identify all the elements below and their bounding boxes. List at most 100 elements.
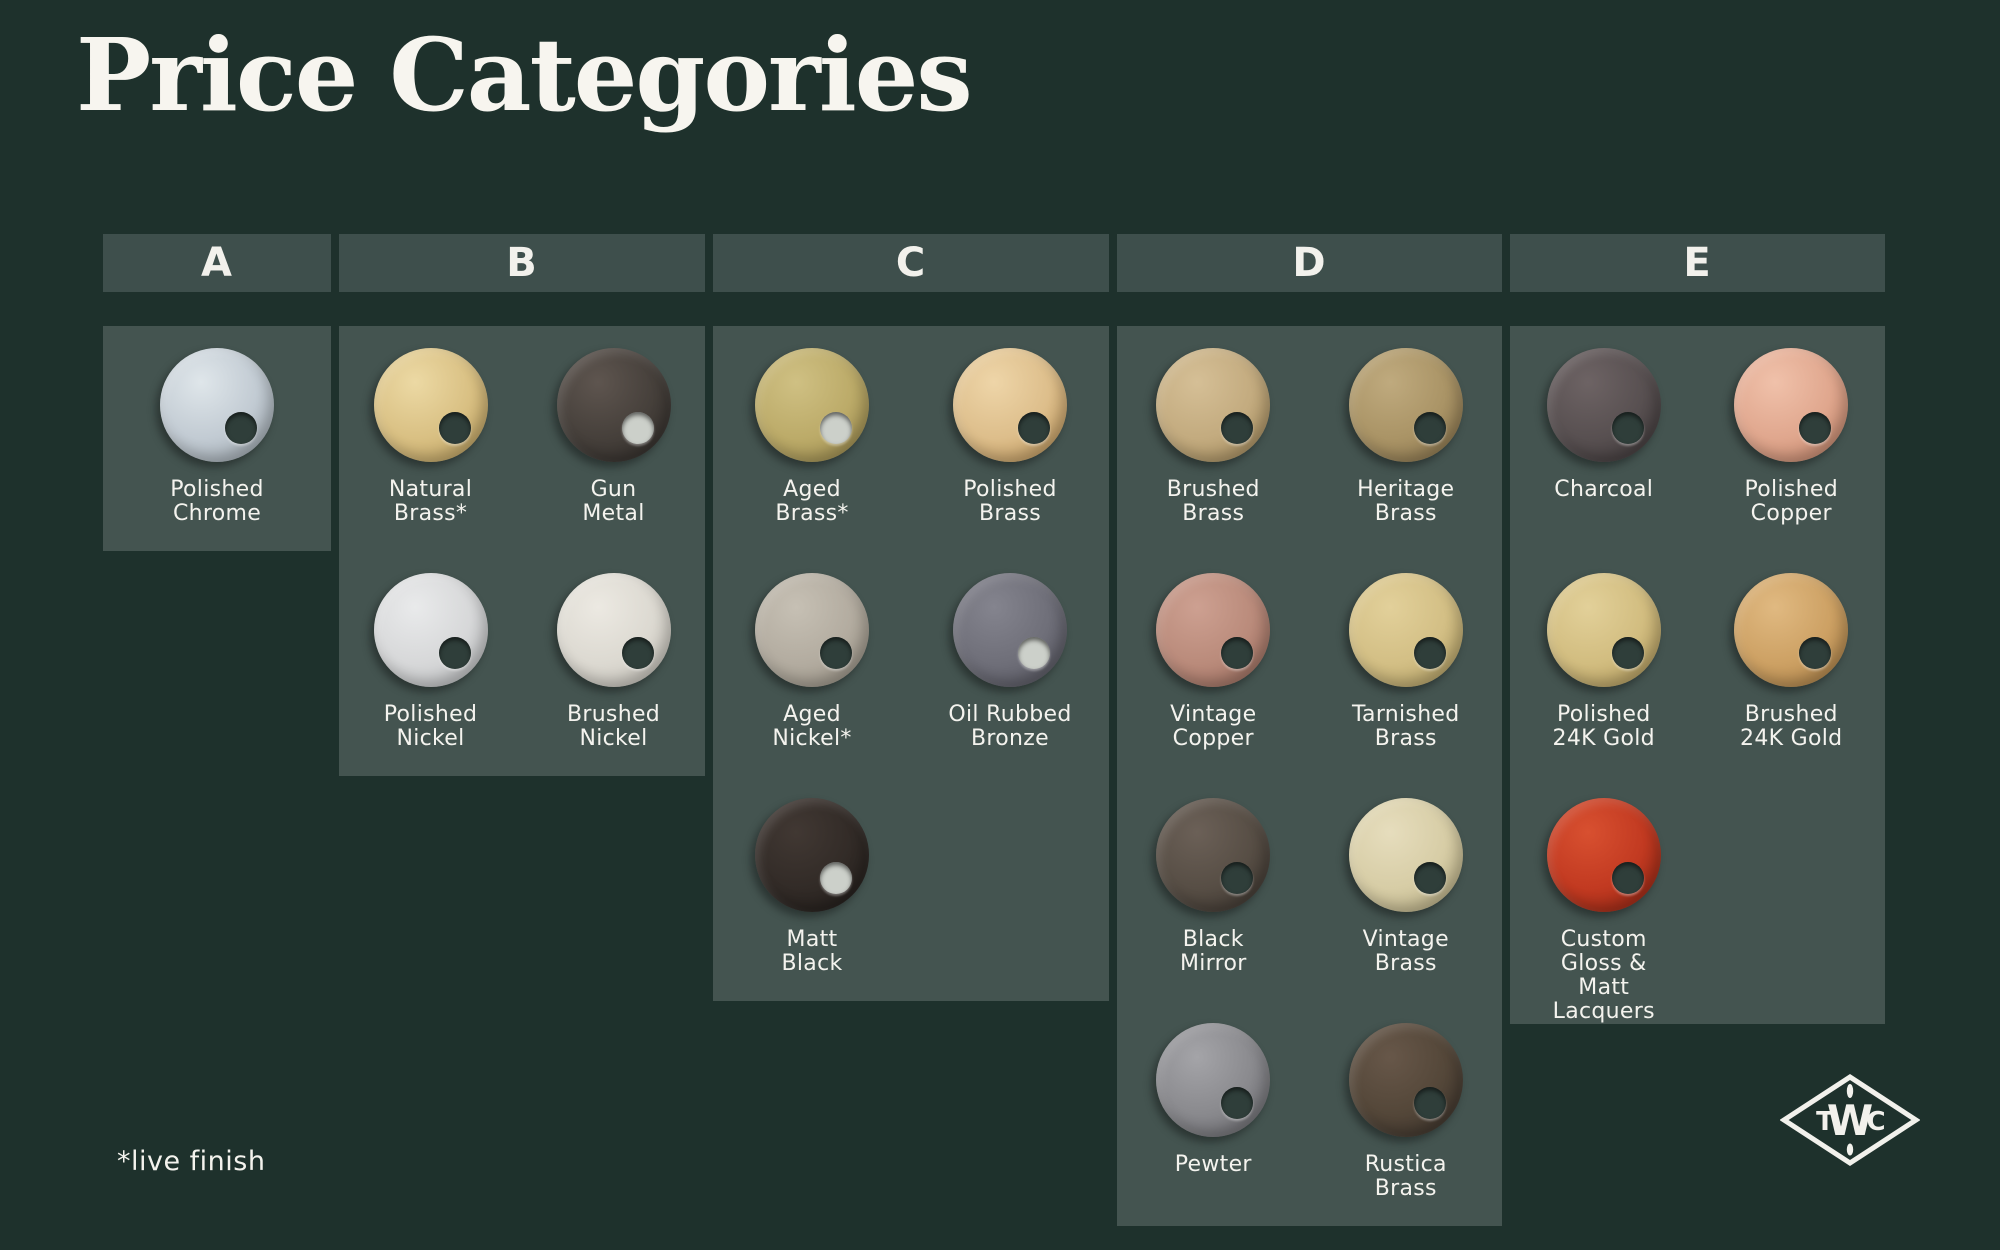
finish-label-tarnished-brass: Tarnished Brass [1352, 703, 1460, 751]
category-header-a: A [103, 234, 331, 292]
finish-label-vintage-copper: Vintage Copper [1170, 703, 1256, 751]
finish-disc-brushed-brass [1156, 348, 1270, 462]
category-panel-a: Polished Chrome [103, 326, 331, 551]
swatch-brushed-nickel: Brushed Nickel [522, 551, 705, 751]
category-panel-c: Aged Brass* Polished Brass Aged Nickel* Oil… [713, 326, 1109, 1001]
tag-hole-icon [1612, 412, 1644, 444]
tag-hole-icon [1414, 1087, 1446, 1119]
finish-disc-vintage-copper [1156, 573, 1270, 687]
finish-disc-polished-24k-gold [1547, 573, 1661, 687]
swatch-aged-brass: Aged Brass* [713, 326, 911, 526]
finish-disc-natural-brass [374, 348, 488, 462]
tag-hole-icon [820, 637, 852, 669]
finish-disc-gun-metal [557, 348, 671, 462]
finish-label-charcoal: Charcoal [1554, 478, 1653, 502]
tag-hole-icon [1221, 412, 1253, 444]
finish-disc-custom-gloss-matt-lacquers [1547, 798, 1661, 912]
category-panel-d: Brushed Brass Heritage Brass Vintage Coppe… [1117, 326, 1502, 1226]
swatch-gun-metal: Gun Metal [522, 326, 705, 526]
swatch-rustica-brass: Rustica Brass [1310, 1001, 1503, 1201]
swatch-polished-brass: Polished Brass [911, 326, 1109, 526]
tag-hole-icon [1414, 412, 1446, 444]
tag-hole-icon [1799, 412, 1831, 444]
swatch-tarnished-brass: Tarnished Brass [1310, 551, 1503, 751]
twc-logo: T W C [1780, 1073, 1920, 1167]
finish-disc-aged-nickel [755, 573, 869, 687]
finish-label-polished-copper: Polished Copper [1745, 478, 1838, 526]
swatch-polished-nickel: Polished Nickel [339, 551, 522, 751]
tag-hole-icon [1018, 637, 1050, 669]
live-finish-footnote: *live finish [117, 1146, 265, 1177]
category-headers: ABCDE [103, 234, 1885, 292]
tag-hole-icon [820, 412, 852, 444]
category-header-e: E [1510, 234, 1885, 292]
category-header-c: C [713, 234, 1109, 292]
tag-hole-icon [1612, 637, 1644, 669]
swatch-polished-24k-gold: Polished 24K Gold [1510, 551, 1698, 751]
finish-label-brushed-24k-gold: Brushed 24K Gold [1740, 703, 1842, 751]
tag-hole-icon [1221, 637, 1253, 669]
finish-disc-brushed-24k-gold [1734, 573, 1848, 687]
tag-hole-icon [225, 412, 257, 444]
category-header-b: B [339, 234, 705, 292]
finish-disc-black-mirror [1156, 798, 1270, 912]
finish-disc-rustica-brass [1349, 1023, 1463, 1137]
finish-label-brushed-brass: Brushed Brass [1167, 478, 1260, 526]
finish-disc-polished-nickel [374, 573, 488, 687]
logo-letter-c: C [1866, 1107, 1885, 1137]
swatch-black-mirror: Black Mirror [1117, 776, 1310, 976]
finish-disc-tarnished-brass [1349, 573, 1463, 687]
finish-label-custom-gloss-matt-lacquers: Custom Gloss & Matt Lacquers [1553, 928, 1655, 1024]
finish-disc-oil-rubbed-bronze [953, 573, 1067, 687]
swatch-vintage-brass: Vintage Brass [1310, 776, 1503, 976]
tag-hole-icon [622, 637, 654, 669]
swatch-vintage-copper: Vintage Copper [1117, 551, 1310, 751]
tag-hole-icon [1612, 862, 1644, 894]
finish-disc-polished-copper [1734, 348, 1848, 462]
finish-label-black-mirror: Black Mirror [1180, 928, 1247, 976]
category-header-d: D [1117, 234, 1502, 292]
swatch-pewter: Pewter [1117, 1001, 1310, 1177]
swatch-natural-brass: Natural Brass* [339, 326, 522, 526]
tag-hole-icon [622, 412, 654, 444]
finish-label-polished-brass: Polished Brass [963, 478, 1056, 526]
finish-label-polished-nickel: Polished Nickel [384, 703, 477, 751]
price-categories-infographic: Price Categories ABCDE Polished ChromeNa… [0, 0, 2000, 1250]
finish-label-oil-rubbed-bronze: Oil Rubbed Bronze [948, 703, 1071, 751]
finish-disc-charcoal [1547, 348, 1661, 462]
swatch-heritage-brass: Heritage Brass [1310, 326, 1503, 526]
swatch-brushed-24k-gold: Brushed 24K Gold [1698, 551, 1886, 751]
page-title: Price Categories [76, 16, 971, 134]
tag-hole-icon [1221, 862, 1253, 894]
swatch-oil-rubbed-bronze: Oil Rubbed Bronze [911, 551, 1109, 751]
tag-hole-icon [1414, 862, 1446, 894]
finish-label-aged-nickel: Aged Nickel* [772, 703, 851, 751]
finish-label-brushed-nickel: Brushed Nickel [567, 703, 660, 751]
swatch-charcoal: Charcoal [1510, 326, 1698, 502]
finish-disc-aged-brass [755, 348, 869, 462]
finish-disc-heritage-brass [1349, 348, 1463, 462]
tag-hole-icon [1018, 412, 1050, 444]
finish-label-gun-metal: Gun Metal [582, 478, 644, 526]
tag-hole-icon [1414, 637, 1446, 669]
swatch-matt-black: Matt Black [713, 776, 911, 976]
finish-label-natural-brass: Natural Brass* [389, 478, 472, 526]
swatch-brushed-brass: Brushed Brass [1117, 326, 1310, 526]
tag-hole-icon [1799, 637, 1831, 669]
finish-label-polished-chrome: Polished Chrome [170, 478, 263, 526]
tag-hole-icon [439, 412, 471, 444]
finish-disc-polished-brass [953, 348, 1067, 462]
tag-hole-icon [1221, 1087, 1253, 1119]
swatch-aged-nickel: Aged Nickel* [713, 551, 911, 751]
swatch-polished-chrome: Polished Chrome [103, 326, 331, 526]
category-panel-b: Natural Brass* Gun Metal Polished Nickel Br… [339, 326, 705, 776]
logo-bottom-dot [1847, 1144, 1853, 1156]
category-panels: Polished Chrome Natural Brass* Gun Metal Po… [103, 326, 1885, 1226]
finish-disc-brushed-nickel [557, 573, 671, 687]
finish-label-polished-24k-gold: Polished 24K Gold [1553, 703, 1655, 751]
category-panel-e: Charcoal Polished Copper Polished 24K Gold… [1510, 326, 1885, 1024]
finish-disc-polished-chrome [160, 348, 274, 462]
finish-disc-pewter [1156, 1023, 1270, 1137]
finish-label-heritage-brass: Heritage Brass [1357, 478, 1454, 526]
finish-label-aged-brass: Aged Brass* [775, 478, 848, 526]
